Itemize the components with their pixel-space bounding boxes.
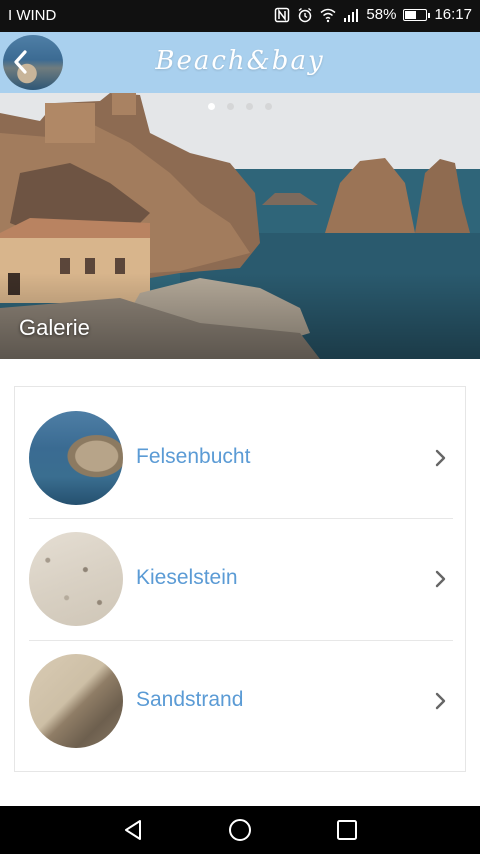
carousel-dot[interactable] <box>265 103 272 110</box>
carousel-dot-active[interactable] <box>208 103 215 110</box>
thumbnail-image <box>29 532 123 626</box>
back-triangle-icon[interactable] <box>121 818 145 842</box>
list-item-felsenbucht[interactable]: Felsenbucht <box>29 401 453 522</box>
app-bar: Beach&bay <box>0 32 480 93</box>
status-icons: 58% 16:17 <box>274 6 472 23</box>
carrier-name: I WIND <box>8 7 57 24</box>
system-nav-bar <box>0 806 480 854</box>
divider <box>29 640 453 641</box>
alarm-icon <box>298 7 312 22</box>
chevron-right-icon <box>435 449 446 467</box>
battery-icon <box>403 8 431 21</box>
nfc-icon <box>275 7 290 22</box>
chevron-right-icon <box>435 570 446 588</box>
list-item-kieselstein[interactable]: Kieselstein <box>29 522 453 643</box>
chevron-right-icon <box>435 692 446 710</box>
signal-icon <box>344 8 359 22</box>
carousel-indicator <box>0 103 480 110</box>
recents-square-icon[interactable] <box>335 818 359 842</box>
battery-percent: 58% <box>366 6 397 23</box>
list-item-sandstrand[interactable]: Sandstrand <box>29 644 453 765</box>
list-item-label: Kieselstein <box>136 566 238 589</box>
thumbnail-image <box>29 654 123 748</box>
status-bar: I WIND 58% 16:17 <box>0 0 480 32</box>
divider <box>29 518 453 519</box>
wifi-icon <box>320 8 336 22</box>
list-item-label: Felsenbucht <box>136 445 251 468</box>
gallery-list: Felsenbucht Kieselstein Sandstrand <box>14 386 466 772</box>
thumbnail-image <box>29 411 123 505</box>
hero-carousel[interactable]: Galerie <box>0 93 480 359</box>
list-item-label: Sandstrand <box>136 688 244 711</box>
carousel-dot[interactable] <box>227 103 234 110</box>
app-logo: Beach&bay <box>155 46 325 76</box>
clock: 16:17 <box>434 6 472 23</box>
gallery-caption: Galerie <box>19 315 90 340</box>
carousel-dot[interactable] <box>246 103 253 110</box>
home-circle-icon[interactable] <box>228 818 252 842</box>
